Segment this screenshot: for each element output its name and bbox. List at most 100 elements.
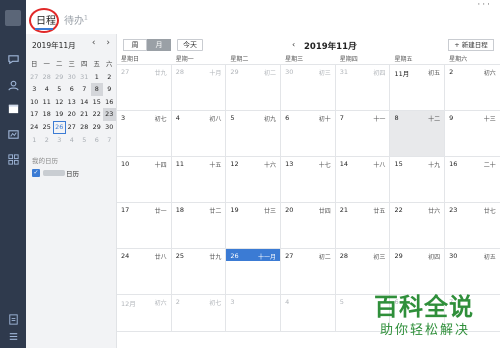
day-cell[interactable]: 25 廿九 xyxy=(172,249,227,294)
day-cell[interactable]: 27 廿九 xyxy=(117,65,172,110)
mini-day[interactable]: 8 xyxy=(90,83,103,96)
day-cell[interactable]: 7 十一 xyxy=(336,111,391,156)
day-cell[interactable]: 12月 初六 xyxy=(117,295,172,331)
day-cell[interactable]: 21 廿五 xyxy=(336,203,391,248)
mini-day[interactable]: 18 xyxy=(41,108,54,121)
day-cell[interactable]: 19 廿三 xyxy=(226,203,282,248)
mini-day[interactable]: 29 xyxy=(53,71,66,84)
mini-day[interactable]: 11 xyxy=(41,96,54,109)
day-cell[interactable]: 6 初十 xyxy=(281,111,336,156)
day-cell[interactable]: 12 十六 xyxy=(226,157,282,202)
mini-day[interactable]: 27 xyxy=(28,71,41,84)
mini-day[interactable]: 14 xyxy=(78,96,91,109)
calendar-icon[interactable] xyxy=(6,101,20,115)
mini-day[interactable]: 30 xyxy=(103,121,116,134)
avatar[interactable] xyxy=(5,10,21,26)
week-row: 17 廿一 18 廿二 19 廿三 20 廿四 21 廿五 22 廿六 23 廿七 xyxy=(117,203,500,249)
day-cell[interactable]: 24 廿八 xyxy=(117,249,172,294)
day-cell[interactable]: 4 初八 xyxy=(172,111,227,156)
day-cell[interactable]: 20 廿四 xyxy=(281,203,336,248)
day-cell[interactable]: 26 十一月 xyxy=(226,249,282,294)
mini-day[interactable]: 6 xyxy=(91,134,104,147)
mini-day[interactable]: 6 xyxy=(66,83,79,96)
apps-icon[interactable] xyxy=(6,152,20,166)
mini-day[interactable]: 23 xyxy=(103,108,116,121)
day-cell[interactable]: 14 十八 xyxy=(336,157,391,202)
mini-day[interactable]: 1 xyxy=(28,134,41,147)
prev-month-button[interactable]: ‹ xyxy=(292,40,295,49)
mini-day[interactable]: 5 xyxy=(53,83,66,96)
day-cell[interactable]: 3 初七 xyxy=(117,111,172,156)
day-cell[interactable]: 29 初二 xyxy=(226,65,282,110)
day-cell[interactable]: 30 初三 xyxy=(281,65,336,110)
mini-day[interactable]: 16 xyxy=(103,96,116,109)
mini-day[interactable]: 22 xyxy=(91,108,104,121)
mini-day[interactable]: 17 xyxy=(28,108,41,121)
day-cell[interactable]: 22 廿六 xyxy=(390,203,446,248)
mini-day[interactable]: 4 xyxy=(66,134,79,147)
day-cell[interactable]: 13 十七 xyxy=(281,157,336,202)
mini-day[interactable]: 7 xyxy=(103,134,116,147)
window-more-button[interactable]: ··· xyxy=(477,0,492,10)
mini-day[interactable]: 12 xyxy=(53,96,66,109)
contacts-icon[interactable] xyxy=(6,78,20,92)
day-cell[interactable]: 9 十三 xyxy=(445,111,500,156)
mini-day[interactable]: 15 xyxy=(91,96,104,109)
day-cell[interactable]: 16 二十 xyxy=(445,157,500,202)
mini-day[interactable]: 25 xyxy=(41,121,54,134)
mini-day[interactable]: 4 xyxy=(41,83,54,96)
day-cell[interactable]: 2 初六 xyxy=(445,65,500,110)
tab-todo[interactable]: 待办1 xyxy=(64,12,88,27)
mini-day[interactable]: 26 xyxy=(53,120,66,134)
mini-day[interactable]: 21 xyxy=(78,108,91,121)
mini-day[interactable]: 2 xyxy=(103,71,116,84)
day-cell[interactable]: 5 初九 xyxy=(226,111,282,156)
day-cell[interactable]: 28 十月 xyxy=(172,65,227,110)
day-cell[interactable]: 10 十四 xyxy=(117,157,172,202)
day-cell[interactable]: 4 xyxy=(281,295,336,331)
mini-day[interactable]: 29 xyxy=(91,121,104,134)
calendar-list-item[interactable]: ✓ 日历 xyxy=(32,168,79,178)
mini-day[interactable]: 9 xyxy=(103,83,116,96)
mini-day[interactable]: 30 xyxy=(66,71,79,84)
notes-icon[interactable] xyxy=(6,312,20,326)
week-view-button[interactable]: 周 xyxy=(123,39,147,51)
mini-day[interactable]: 10 xyxy=(28,96,41,109)
mini-day[interactable]: 19 xyxy=(53,108,66,121)
day-cell[interactable]: 11月 初五 xyxy=(390,65,446,110)
chat-icon[interactable] xyxy=(6,52,20,66)
mini-day[interactable]: 3 xyxy=(53,134,66,147)
mini-day[interactable]: 24 xyxy=(28,121,41,134)
mini-day[interactable]: 3 xyxy=(28,83,41,96)
mini-day[interactable]: 13 xyxy=(66,96,79,109)
mini-day[interactable]: 31 xyxy=(78,71,91,84)
mini-day[interactable]: 28 xyxy=(78,121,91,134)
today-button[interactable]: 今天 xyxy=(177,39,203,51)
menu-icon[interactable] xyxy=(6,329,20,343)
mini-day[interactable]: 7 xyxy=(78,83,91,96)
day-cell[interactable]: 18 廿二 xyxy=(172,203,227,248)
mini-day[interactable]: 28 xyxy=(41,71,54,84)
day-cell[interactable]: 23 廿七 xyxy=(445,203,500,248)
new-event-button[interactable]: + 新建日程 xyxy=(448,39,494,51)
mini-day[interactable]: 1 xyxy=(91,71,104,84)
day-cell[interactable]: 2 初七 xyxy=(172,295,227,331)
mini-day[interactable]: 27 xyxy=(66,121,79,134)
mini-prev-button[interactable]: ‹ xyxy=(92,38,96,48)
next-month-button[interactable]: › xyxy=(354,40,357,49)
mini-day[interactable]: 20 xyxy=(66,108,79,121)
day-number: 31 xyxy=(339,68,349,76)
day-cell[interactable]: 3 xyxy=(226,295,282,331)
day-cell[interactable]: 15 十九 xyxy=(390,157,446,202)
mini-next-button[interactable]: › xyxy=(106,38,110,48)
month-view-button[interactable]: 月 xyxy=(147,39,171,51)
day-cell[interactable]: 8 十二 xyxy=(390,111,446,156)
mini-day[interactable]: 2 xyxy=(41,134,54,147)
day-cell[interactable]: 31 初四 xyxy=(336,65,391,110)
mail-icon[interactable] xyxy=(6,127,20,141)
checkbox-checked-icon[interactable]: ✓ xyxy=(32,169,40,177)
day-cell[interactable]: 11 十五 xyxy=(172,157,227,202)
day-cell[interactable]: 17 廿一 xyxy=(117,203,172,248)
mini-day[interactable]: 5 xyxy=(78,134,91,147)
day-cell[interactable]: 27 初二 xyxy=(281,249,336,294)
